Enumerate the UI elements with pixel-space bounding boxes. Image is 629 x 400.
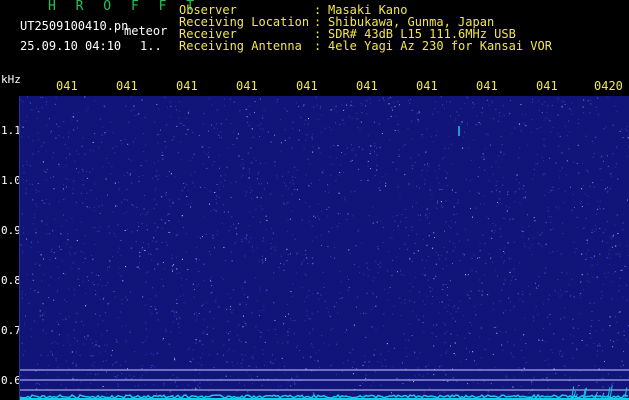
time-tick: 041 [356,79,378,93]
time-tick: 041 [176,79,198,93]
image-filename: UT2509100410.pn [20,19,129,33]
frequency-tick: 0.7 [1,324,21,337]
time-tick: 041 [476,79,498,93]
time-tick: 041 [56,79,78,93]
time-tick: 041 [236,79,258,93]
frequency-tick: 0.9 [1,224,21,237]
antenna-label: Receiving Antenna [179,39,302,53]
time-tick: 041 [296,79,318,93]
frequency-unit-label: kHz [1,73,21,86]
carrier-trace [20,393,629,400]
frequency-tick: 1.0 [1,174,21,187]
antenna-value: 4ele Yagi Az 230 for Kansai VOR [328,39,552,53]
noise-speckle-layer [20,96,629,397]
header-panel: H R O F F T UT2509100410.pn meteor 25.09… [0,0,629,74]
spectrogram-canvas [20,96,629,400]
page-marker: 1.. [140,39,162,53]
frequency-tick: 0.8 [1,274,21,287]
image-suffix: meteor [124,24,168,38]
time-tick: 041 [416,79,438,93]
frequency-tick: 0.6 [1,374,21,387]
time-tick: 041 [116,79,138,93]
spectrogram-plot [20,96,629,400]
frequency-tick: 1.1 [1,124,21,137]
timestamp: 25.09.10 04:10 [20,39,122,53]
signal-trace-layer [20,385,629,400]
antenna-separator: : [314,39,322,53]
burst-mark [609,385,613,399]
time-tick: 0420 [594,79,623,93]
time-tick: 041 [536,79,558,93]
brand-title: H R O F F T [48,0,201,14]
